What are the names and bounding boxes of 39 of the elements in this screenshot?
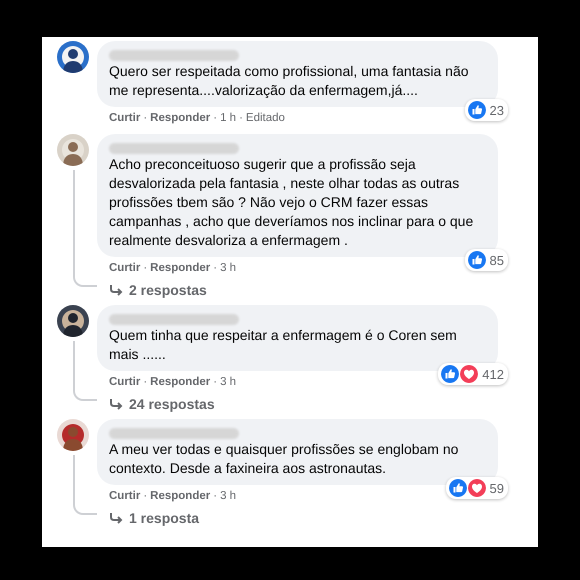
separator-dot: · bbox=[143, 375, 148, 390]
separator-dot: · bbox=[213, 261, 218, 276]
timestamp: 3 h bbox=[220, 261, 236, 276]
comment-text: Quem tinha que respeitar a enfermagem é o Coren sem mais ...... bbox=[109, 327, 457, 362]
reaction-badge[interactable]: 412 bbox=[438, 363, 508, 385]
reply-arrow-icon bbox=[109, 512, 123, 524]
reply-link[interactable]: Responder bbox=[150, 374, 210, 390]
edited-label: Editado bbox=[246, 111, 285, 126]
reaction-badge[interactable]: 23 bbox=[464, 99, 508, 121]
timestamp: 3 h bbox=[220, 375, 236, 390]
avatar[interactable] bbox=[57, 305, 89, 337]
like-link[interactable]: Curtir bbox=[109, 488, 140, 504]
reply-link[interactable]: Responder bbox=[150, 260, 210, 276]
replies-link[interactable]: 1 resposta bbox=[97, 504, 200, 528]
comment-text: A meu ver todas e quaisquer profissões se englobam no contexto. Desde a faxineira aos astronautas. bbox=[109, 441, 458, 476]
separator-dot: · bbox=[213, 375, 218, 390]
separator-dot: · bbox=[143, 261, 148, 276]
reply-link[interactable]: Responder bbox=[150, 110, 210, 126]
reply-link[interactable]: Responder bbox=[150, 488, 210, 504]
replies-link[interactable]: 2 respostas bbox=[97, 276, 207, 300]
reaction-badge[interactable]: 59 bbox=[446, 477, 508, 499]
comment-text: Acho preconceituoso sugerir que a profissão seja desvalorizada pela fantasia , neste olhar todas as outras profissões tbem são ? Não vejo o CRM fazer essas campanhas , acho que deveríamos nos inclinar para o que realmente desvaloriza a enfermagem . bbox=[109, 156, 474, 248]
avatar[interactable] bbox=[57, 419, 89, 451]
comment-text: Quero ser respeitada como profissional, uma fantasia não me representa....valorização da enfermagem,já.... bbox=[109, 63, 469, 98]
reply-arrow-icon bbox=[109, 284, 123, 296]
avatar[interactable] bbox=[57, 41, 89, 73]
reaction-badge[interactable]: 85 bbox=[464, 249, 508, 271]
separator-dot: · bbox=[143, 111, 148, 126]
separator-dot: · bbox=[213, 111, 218, 126]
replies-link[interactable]: 24 respostas bbox=[97, 390, 215, 414]
separator-dot: · bbox=[239, 111, 243, 126]
timestamp: 1 h bbox=[220, 111, 236, 126]
like-link[interactable]: Curtir bbox=[109, 374, 140, 390]
timestamp: 3 h bbox=[220, 489, 236, 504]
separator-dot: · bbox=[213, 489, 218, 504]
like-link[interactable]: Curtir bbox=[109, 110, 140, 126]
like-link[interactable]: Curtir bbox=[109, 260, 140, 276]
separator-dot: · bbox=[143, 489, 148, 504]
reply-arrow-icon bbox=[109, 398, 123, 410]
